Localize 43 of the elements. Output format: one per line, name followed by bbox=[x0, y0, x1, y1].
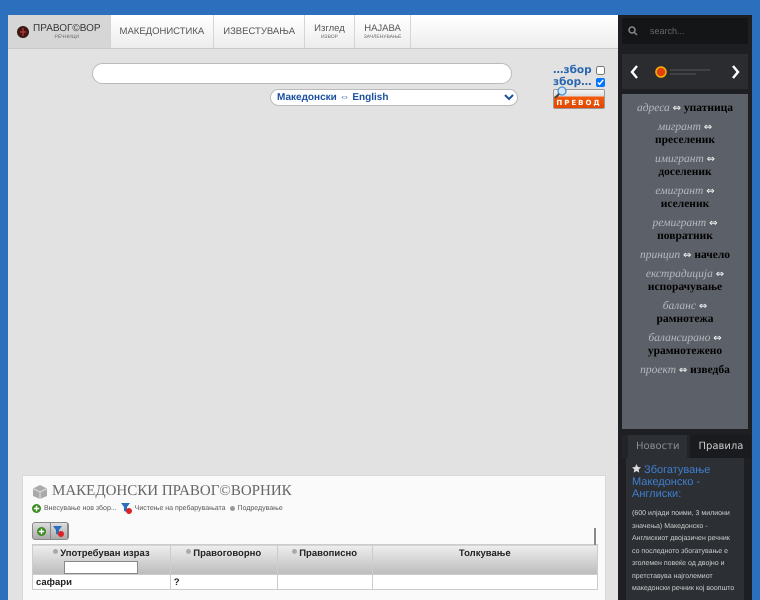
add-icon bbox=[36, 526, 46, 536]
option-label: …збор bbox=[553, 64, 592, 76]
dot-icon bbox=[230, 506, 235, 511]
word-pair[interactable]: балансирано ⇔ урамнотежено bbox=[634, 332, 736, 358]
column-header[interactable]: Употребуван израз bbox=[32, 544, 170, 574]
search-icon bbox=[628, 26, 638, 36]
filter-clear-icon bbox=[120, 503, 132, 514]
column-header[interactable]: Правописно bbox=[277, 544, 372, 574]
clear-button[interactable] bbox=[50, 523, 68, 539]
table-cell: сафари bbox=[32, 574, 170, 590]
nav-tab[interactable]: ИЗВЕСТУВАЊА bbox=[214, 15, 306, 48]
word-pair[interactable]: адреса ⇔ упатница bbox=[634, 102, 736, 115]
star-icon bbox=[632, 464, 641, 473]
checkbox[interactable] bbox=[596, 78, 605, 86]
word-pair[interactable]: екстрадиција ⇔ испорачување bbox=[634, 268, 736, 294]
word-pair[interactable]: имигрант ⇔ доселеник bbox=[634, 153, 736, 179]
language-select[interactable]: Македонски ⇔ English bbox=[270, 89, 518, 106]
word-pair[interactable]: баланс ⇔ рамнотежа bbox=[634, 300, 736, 326]
news-title: Збогатување Македонско - Англиски: bbox=[632, 464, 712, 500]
search-field[interactable] bbox=[92, 63, 512, 84]
dictionary-title: МАКЕДОНСКИ ПРАВОГ©ВОРНИК bbox=[52, 483, 292, 500]
add-icon bbox=[32, 504, 41, 513]
filter-field[interactable] bbox=[64, 561, 138, 574]
word-pair[interactable]: мигрант ⇔ преселеник bbox=[634, 121, 736, 147]
tab[interactable]: Новости bbox=[628, 435, 688, 458]
word-pair[interactable]: емигрант ⇔ иселеник bbox=[634, 185, 736, 211]
scrollbar[interactable] bbox=[594, 528, 596, 545]
word-pair[interactable]: ремигрант ⇔ повратник bbox=[634, 217, 736, 243]
tab[interactable]: Правила bbox=[690, 435, 752, 458]
option-label: збор… bbox=[553, 76, 592, 88]
nav-tab[interactable]: МАКЕДОНИСТИКА bbox=[110, 15, 214, 48]
filter-clear-icon bbox=[53, 526, 64, 536]
checkbox[interactable] bbox=[596, 66, 605, 74]
column-header[interactable]: Толкување bbox=[372, 544, 598, 574]
magnifier-icon bbox=[554, 86, 568, 100]
search-field[interactable]: search... bbox=[622, 18, 748, 44]
next-icon[interactable] bbox=[731, 64, 740, 78]
word-pair[interactable]: принцип ⇔ начело bbox=[634, 249, 736, 262]
cube-icon bbox=[32, 484, 48, 500]
table-cell: ? bbox=[170, 574, 278, 590]
word-pair[interactable]: проект ⇔ изведба bbox=[634, 364, 736, 377]
previous-icon[interactable] bbox=[630, 64, 639, 78]
column-header[interactable]: Правоговорно bbox=[170, 544, 278, 574]
